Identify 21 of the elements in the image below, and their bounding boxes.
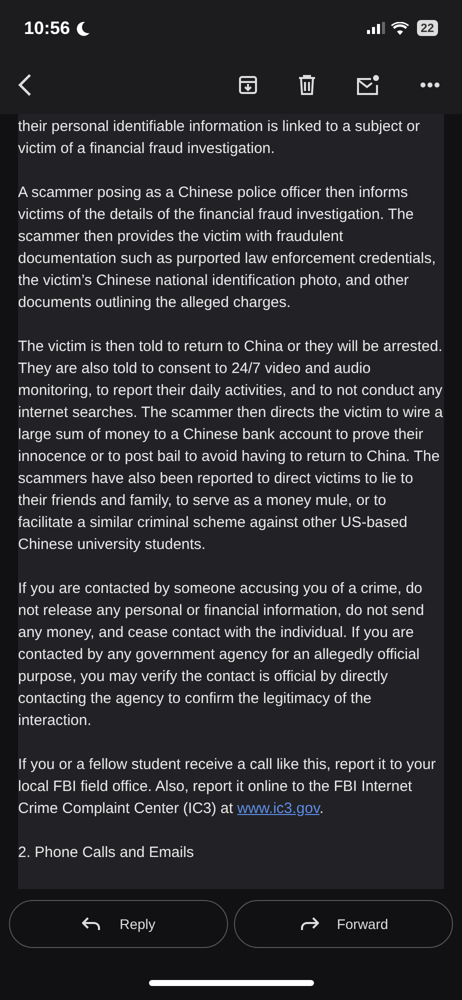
signal-icon <box>366 22 385 34</box>
body-paragraph: If you or a fellow student receive a call like this, report it to your local FBI field office. Also, report it online to the FBI Internet Crime Complaint Center (IC3) at www.ic3.gov. <box>18 755 437 819</box>
body-paragraph: 2. Phone Calls and Emails <box>18 843 195 863</box>
unread-mail-icon[interactable] <box>356 74 380 96</box>
status-time: 10:56 <box>24 18 70 38</box>
back-icon[interactable] <box>18 73 32 97</box>
reply-icon <box>82 917 102 931</box>
moon-icon <box>76 20 90 36</box>
link[interactable]: www.ic3.gov <box>237 800 320 817</box>
forward-icon <box>298 917 319 931</box>
body-paragraph: The victim is then told to return to China or they will be arrested. They are also told to consent to 24/7 video and audio monitoring, to report their daily activities, and to not conduct any internet searches. The scammer then directs the victim to wire a large sum of money to a Chinese bank account to prove their innocence or to post bail to avoid having to return to China. The scammers have also been reported to direct victims to lie to their friends and family, to serve as a money mule, or to facilitate a similar criminal scheme against other US-based Chinese university students. <box>18 337 444 555</box>
battery-level: 22 <box>416 20 438 36</box>
forward-button[interactable]: Forward <box>234 900 453 948</box>
archive-icon[interactable] <box>238 75 258 95</box>
body-paragraph: A scammer posing as a Chinese police officer then informs victims of the details of the financial fraud investigation. The scammer then provides the victim with fraudulent documentation such as purported law enforcement credentials, the victim’s Chinese national identification photo, and other documents outlining the alleged charges. <box>18 183 437 313</box>
wifi-icon <box>390 22 409 34</box>
more-icon[interactable] <box>420 82 440 88</box>
body-paragraph: their personal identifiable information is linked to a subject or victim of a financial fraud investigation. <box>18 117 421 159</box>
trash-icon[interactable] <box>298 74 316 96</box>
reply-button[interactable]: Reply <box>9 900 228 948</box>
body-paragraph: If you are contacted by someone accusing you of a crime, do not release any personal or financial information, do not send any money, and cease contact with the individual. If you are contacted by any government agency for an allegedly official purpose, you may verify the contact is official by directly contacting the agency to confirm the legitimacy of the interaction. <box>18 579 426 731</box>
